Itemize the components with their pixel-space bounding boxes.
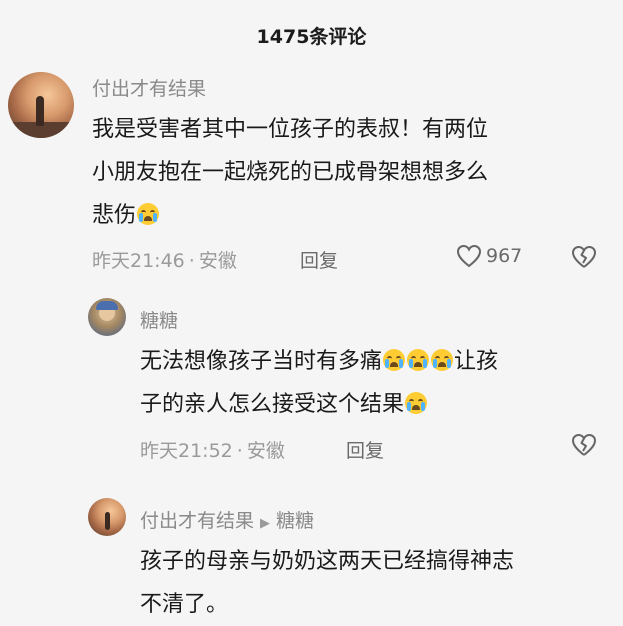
comment-text: 我是受害者其中一位孩子的表叔！有两位 小朋友抱在一起烧死的已成骨架想想多么 悲伤 bbox=[92, 117, 489, 228]
heart-icon bbox=[456, 244, 482, 268]
reply-button[interactable]: 回复 bbox=[300, 246, 338, 273]
broken-heart-icon bbox=[572, 434, 596, 456]
dislike-button[interactable] bbox=[570, 432, 598, 462]
avatar[interactable] bbox=[88, 298, 126, 336]
comment-text: 孩子的母亲与奶奶这两天已经搞得神志 不清了。 bbox=[140, 549, 515, 617]
comment-meta: 昨天21:46 · 安徽 bbox=[92, 250, 237, 272]
avatar[interactable] bbox=[8, 72, 74, 138]
username[interactable]: 付出才有结果 bbox=[140, 510, 254, 532]
crying-face-icon bbox=[137, 203, 160, 225]
comment-meta: 昨天21:52 · 安徽 bbox=[140, 440, 285, 462]
comment-text: 无法想像孩子当时有多痛 让孩 子的亲人怎么接受这个结果 bbox=[140, 349, 499, 417]
username-reply-line: 付出才有结果 ▶ 糖糖 bbox=[140, 506, 314, 533]
triangle-right-icon: ▶ bbox=[260, 516, 271, 531]
username[interactable]: 付出才有结果 bbox=[92, 74, 206, 101]
like-count: 967 bbox=[486, 245, 523, 267]
reply-button[interactable]: 回复 bbox=[346, 436, 384, 463]
avatar[interactable] bbox=[88, 498, 126, 536]
broken-heart-icon bbox=[572, 246, 596, 268]
crying-face-icon bbox=[407, 349, 430, 371]
like-button[interactable]: 967 bbox=[456, 244, 522, 268]
comments-count-title: 1475条评论 bbox=[256, 26, 367, 48]
username[interactable]: 糖糖 bbox=[140, 306, 178, 333]
crying-face-icon bbox=[431, 349, 454, 371]
crying-face-icon bbox=[383, 349, 406, 371]
crying-face-icon bbox=[405, 392, 428, 414]
reply-to-username[interactable]: 糖糖 bbox=[276, 510, 314, 532]
dislike-button[interactable] bbox=[570, 244, 598, 274]
